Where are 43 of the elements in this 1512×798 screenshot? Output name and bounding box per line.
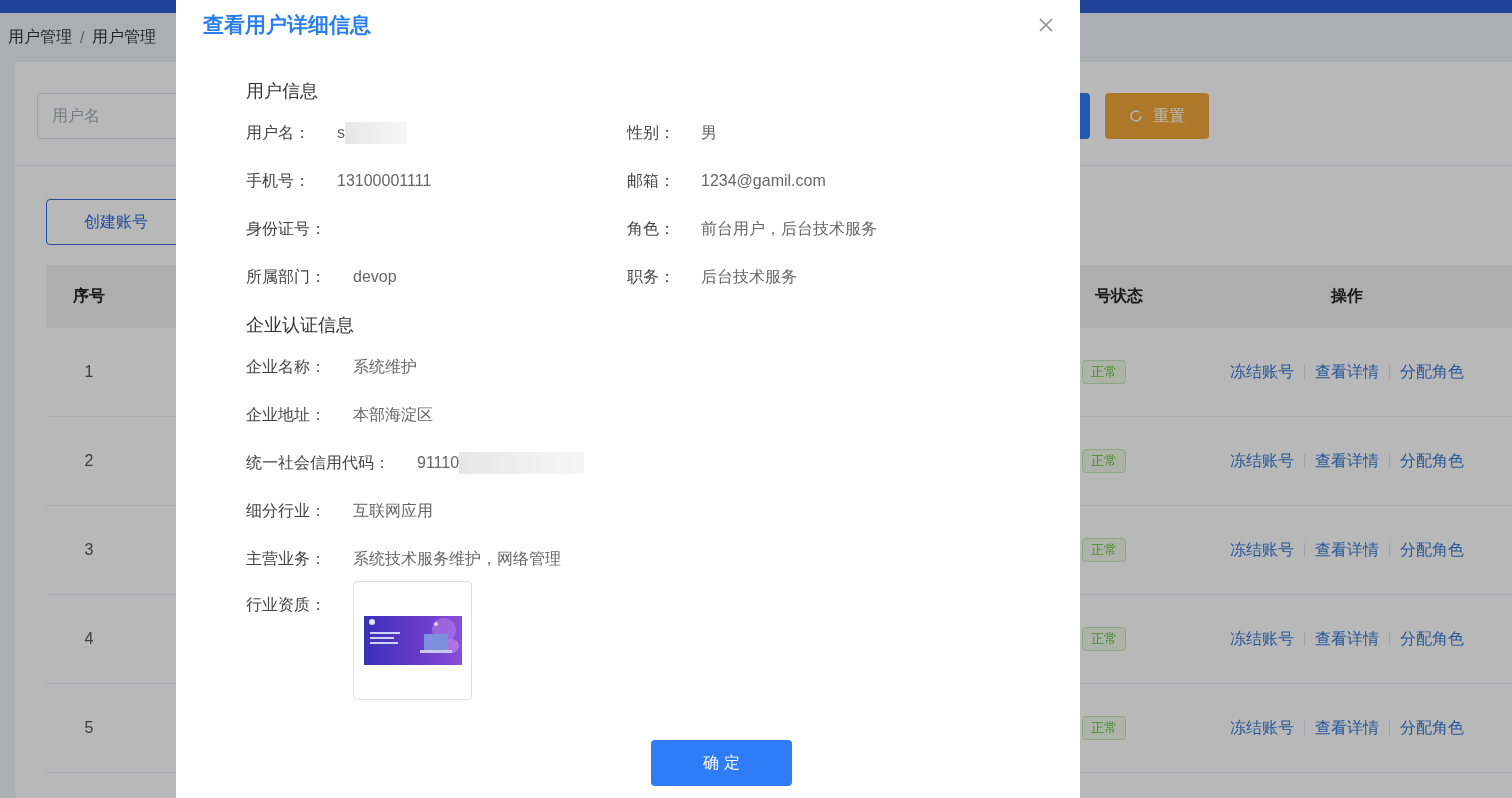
status-tag: 正常 <box>1082 538 1126 562</box>
field-label: 主营业务： <box>246 548 326 569</box>
breadcrumb-separator: / <box>80 28 85 47</box>
field-label: 角色： <box>627 218 676 239</box>
field-label: 所属部门： <box>246 266 326 287</box>
field-value: 1234@gamil.com <box>701 172 826 190</box>
section-heading: 企业认证信息 <box>246 314 355 337</box>
field-label: 职务： <box>627 266 676 287</box>
status-tag: 正常 <box>1082 716 1126 740</box>
field-value: 互联网应用 <box>353 500 433 521</box>
field-value: 前台用户，后台技术服务 <box>701 218 877 239</box>
field-value: 系统维护 <box>353 356 417 377</box>
field-label: 细分行业： <box>246 500 326 521</box>
field-label: 手机号： <box>246 170 310 191</box>
table-cell: 2 <box>46 417 132 506</box>
status-tag: 正常 <box>1082 627 1126 651</box>
table-cell: 5 <box>46 684 132 773</box>
table-cell: 4 <box>46 595 132 684</box>
field-value: 男 <box>701 122 717 143</box>
field-value: 本部海淀区 <box>353 404 433 425</box>
field-value: s <box>337 124 345 142</box>
field-value: 91110 <box>417 454 460 472</box>
field-value: devop <box>353 268 397 286</box>
dialog-title: 查看用户详细信息 <box>203 12 371 38</box>
field-label: 邮箱： <box>627 170 676 191</box>
field-label: 统一社会信用代码： <box>246 452 390 473</box>
status-tag: 正常 <box>1082 360 1126 384</box>
status-tag: 正常 <box>1082 449 1126 473</box>
field-label: 企业地址： <box>246 404 326 425</box>
field-label: 行业资质： <box>246 595 326 615</box>
field-label: 企业名称： <box>246 356 326 377</box>
table-cell: 3 <box>46 506 132 595</box>
field-value: 系统技术服务维护，网络管理 <box>353 548 561 569</box>
field-label: 用户名： <box>246 122 310 143</box>
table-cell: 1 <box>46 328 132 417</box>
field-label: 身份证号： <box>246 218 326 239</box>
field-label: 性别： <box>627 122 676 143</box>
field-value: 后台技术服务 <box>701 266 797 287</box>
header-cell: 号状态 <box>1080 265 1230 328</box>
header-cell: 操作 <box>1230 265 1464 328</box>
section-heading: 用户信息 <box>246 80 319 103</box>
header-cell: 序号 <box>46 265 132 328</box>
field-value: 13100001111 <box>337 172 432 190</box>
